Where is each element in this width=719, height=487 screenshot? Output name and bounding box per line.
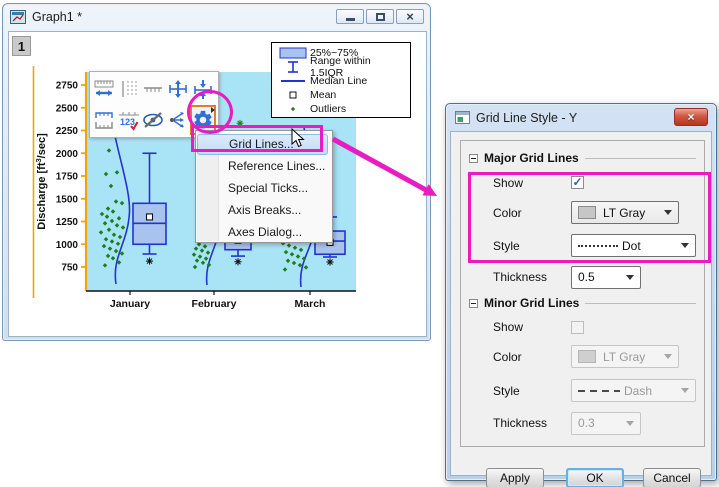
collapse-icon[interactable] — [469, 299, 478, 308]
major-show-row: Show ✓ — [493, 169, 696, 196]
minor-color-select[interactable]: LT Gray — [571, 345, 679, 368]
mini-toolbar: 123 — [89, 71, 219, 138]
menu-item-grid-lines[interactable]: Grid Lines... — [197, 134, 328, 155]
minor-show-checkbox[interactable]: ✓ — [571, 321, 584, 334]
svg-text:2250: 2250 — [56, 126, 79, 137]
major-style-row: Style Dot — [493, 229, 696, 262]
apply-button[interactable]: Apply — [486, 468, 544, 487]
apply-to-icon[interactable] — [166, 105, 191, 136]
menu-item-axis-breaks[interactable]: Axis Breaks... — [197, 200, 328, 221]
legend-item: Mean — [276, 88, 406, 102]
major-show-checkbox[interactable]: ✓ — [571, 176, 584, 189]
chart-legend[interactable]: 25%~75% Range within 1.5IQR Median Line … — [271, 42, 411, 118]
svg-text:2750: 2750 — [56, 81, 79, 92]
minor-color-row: Color LT Gray — [493, 340, 696, 373]
maximize-button[interactable] — [366, 9, 394, 24]
hide-icon[interactable] — [141, 105, 166, 136]
chevron-down-icon — [681, 388, 689, 393]
svg-text:123: 123 — [120, 117, 135, 127]
tick-style-icon[interactable] — [141, 74, 166, 105]
move-axis-icon[interactable] — [166, 74, 191, 105]
major-thickness-select[interactable]: 0.5 — [571, 266, 641, 289]
chevron-down-icon — [681, 243, 689, 248]
rescale-axis-icon[interactable] — [190, 74, 216, 105]
ok-button[interactable]: OK — [566, 468, 624, 487]
graph-app-icon — [10, 10, 26, 24]
menu-item-axes-dialog[interactable]: Axes Dialog... — [197, 222, 328, 243]
chevron-down-icon — [626, 275, 634, 280]
svg-text:March: March — [295, 298, 326, 310]
collapse-icon[interactable] — [469, 154, 478, 163]
dialog-close-button[interactable]: × — [674, 108, 708, 126]
dialog-titlebar[interactable]: Grid Line Style - Y × — [446, 104, 716, 131]
section-major-grid-lines: Major Grid Lines — [469, 147, 696, 169]
svg-text:1750: 1750 — [56, 172, 79, 183]
major-style-select[interactable]: Dot — [571, 234, 696, 257]
maximize-icon — [376, 13, 385, 21]
chevron-down-icon — [626, 421, 634, 426]
grid-lines-panel: Major Grid Lines Show ✓ Color LT Gray St… — [460, 140, 705, 447]
svg-text:750: 750 — [61, 263, 78, 274]
menu-item-special-ticks[interactable]: Special Ticks... — [197, 178, 328, 199]
minor-style-row: Style Dash — [493, 373, 696, 408]
dot-pattern-icon — [578, 245, 618, 247]
close-icon: × — [687, 110, 694, 124]
tick-labels-icon[interactable]: 123 — [117, 105, 142, 136]
dialog-title: Grid Line Style - Y — [476, 111, 577, 125]
section-minor-grid-lines: Minor Grid Lines — [469, 292, 696, 314]
axis-frame-icon[interactable] — [92, 105, 117, 136]
svg-text:2500: 2500 — [56, 103, 79, 114]
axis-scale-icon[interactable] — [92, 74, 117, 105]
major-color-select[interactable]: LT Gray — [571, 201, 679, 224]
major-color-row: Color LT Gray — [493, 196, 696, 229]
range-whisker-icon — [276, 60, 310, 74]
window-title: Graph1 * — [32, 10, 82, 24]
minimize-icon — [346, 18, 355, 21]
chevron-down-icon — [664, 210, 672, 215]
major-thickness-row: Thickness 0.5 — [493, 262, 696, 292]
layer-badge[interactable]: 1 — [12, 36, 31, 56]
svg-text:1000: 1000 — [56, 240, 79, 251]
outlier-dot-icon — [276, 104, 310, 114]
svg-text:1500: 1500 — [56, 194, 79, 205]
context-menu: Grid Lines... Reference Lines... Special… — [195, 130, 333, 243]
graph-page-area: 750 1000 1250 1500 1750 2000 2250 2500 2750 Disch… — [8, 31, 427, 337]
color-swatch — [578, 206, 596, 219]
svg-text:Discharge [ft3/sec]: Discharge [ft3/sec] — [34, 133, 48, 230]
cancel-button[interactable]: Cancel — [643, 468, 701, 487]
minor-style-select[interactable]: Dash — [571, 379, 696, 402]
minor-show-row: Show ✓ — [493, 314, 696, 340]
flyout-arrow-icon — [211, 107, 215, 113]
minor-thickness-select[interactable]: 0.3 — [571, 412, 641, 435]
minor-thickness-row: Thickness 0.3 — [493, 408, 696, 438]
svg-text:1250: 1250 — [56, 217, 79, 228]
svg-text:January: January — [110, 298, 150, 310]
close-icon: × — [406, 10, 414, 23]
close-button[interactable]: × — [396, 9, 424, 24]
median-line-icon — [276, 78, 310, 84]
graph-window: Graph1 * × 750 1000 1250 1500 1750 2000 2250 25… — [2, 3, 431, 341]
grid-lines-icon[interactable] — [117, 74, 142, 105]
chevron-down-icon — [664, 354, 672, 359]
grid-line-style-dialog: Grid Line Style - Y × Major Grid Lines S… — [445, 103, 717, 481]
dialog-icon — [455, 111, 470, 124]
menu-item-reference-lines[interactable]: Reference Lines... — [197, 156, 328, 177]
svg-text:2000: 2000 — [56, 149, 79, 160]
svg-text:February: February — [192, 298, 237, 310]
dash-pattern-icon — [578, 390, 620, 392]
color-swatch — [578, 350, 596, 363]
dialog-body: Major Grid Lines Show ✓ Color LT Gray St… — [450, 131, 712, 476]
mean-square-icon — [276, 90, 310, 100]
graph-window-titlebar[interactable]: Graph1 * × — [3, 4, 430, 29]
legend-item: Range within 1.5IQR — [276, 60, 406, 74]
legend-item: Outliers — [276, 102, 406, 116]
minimize-button[interactable] — [336, 9, 364, 24]
box-swatch-icon — [276, 47, 310, 59]
